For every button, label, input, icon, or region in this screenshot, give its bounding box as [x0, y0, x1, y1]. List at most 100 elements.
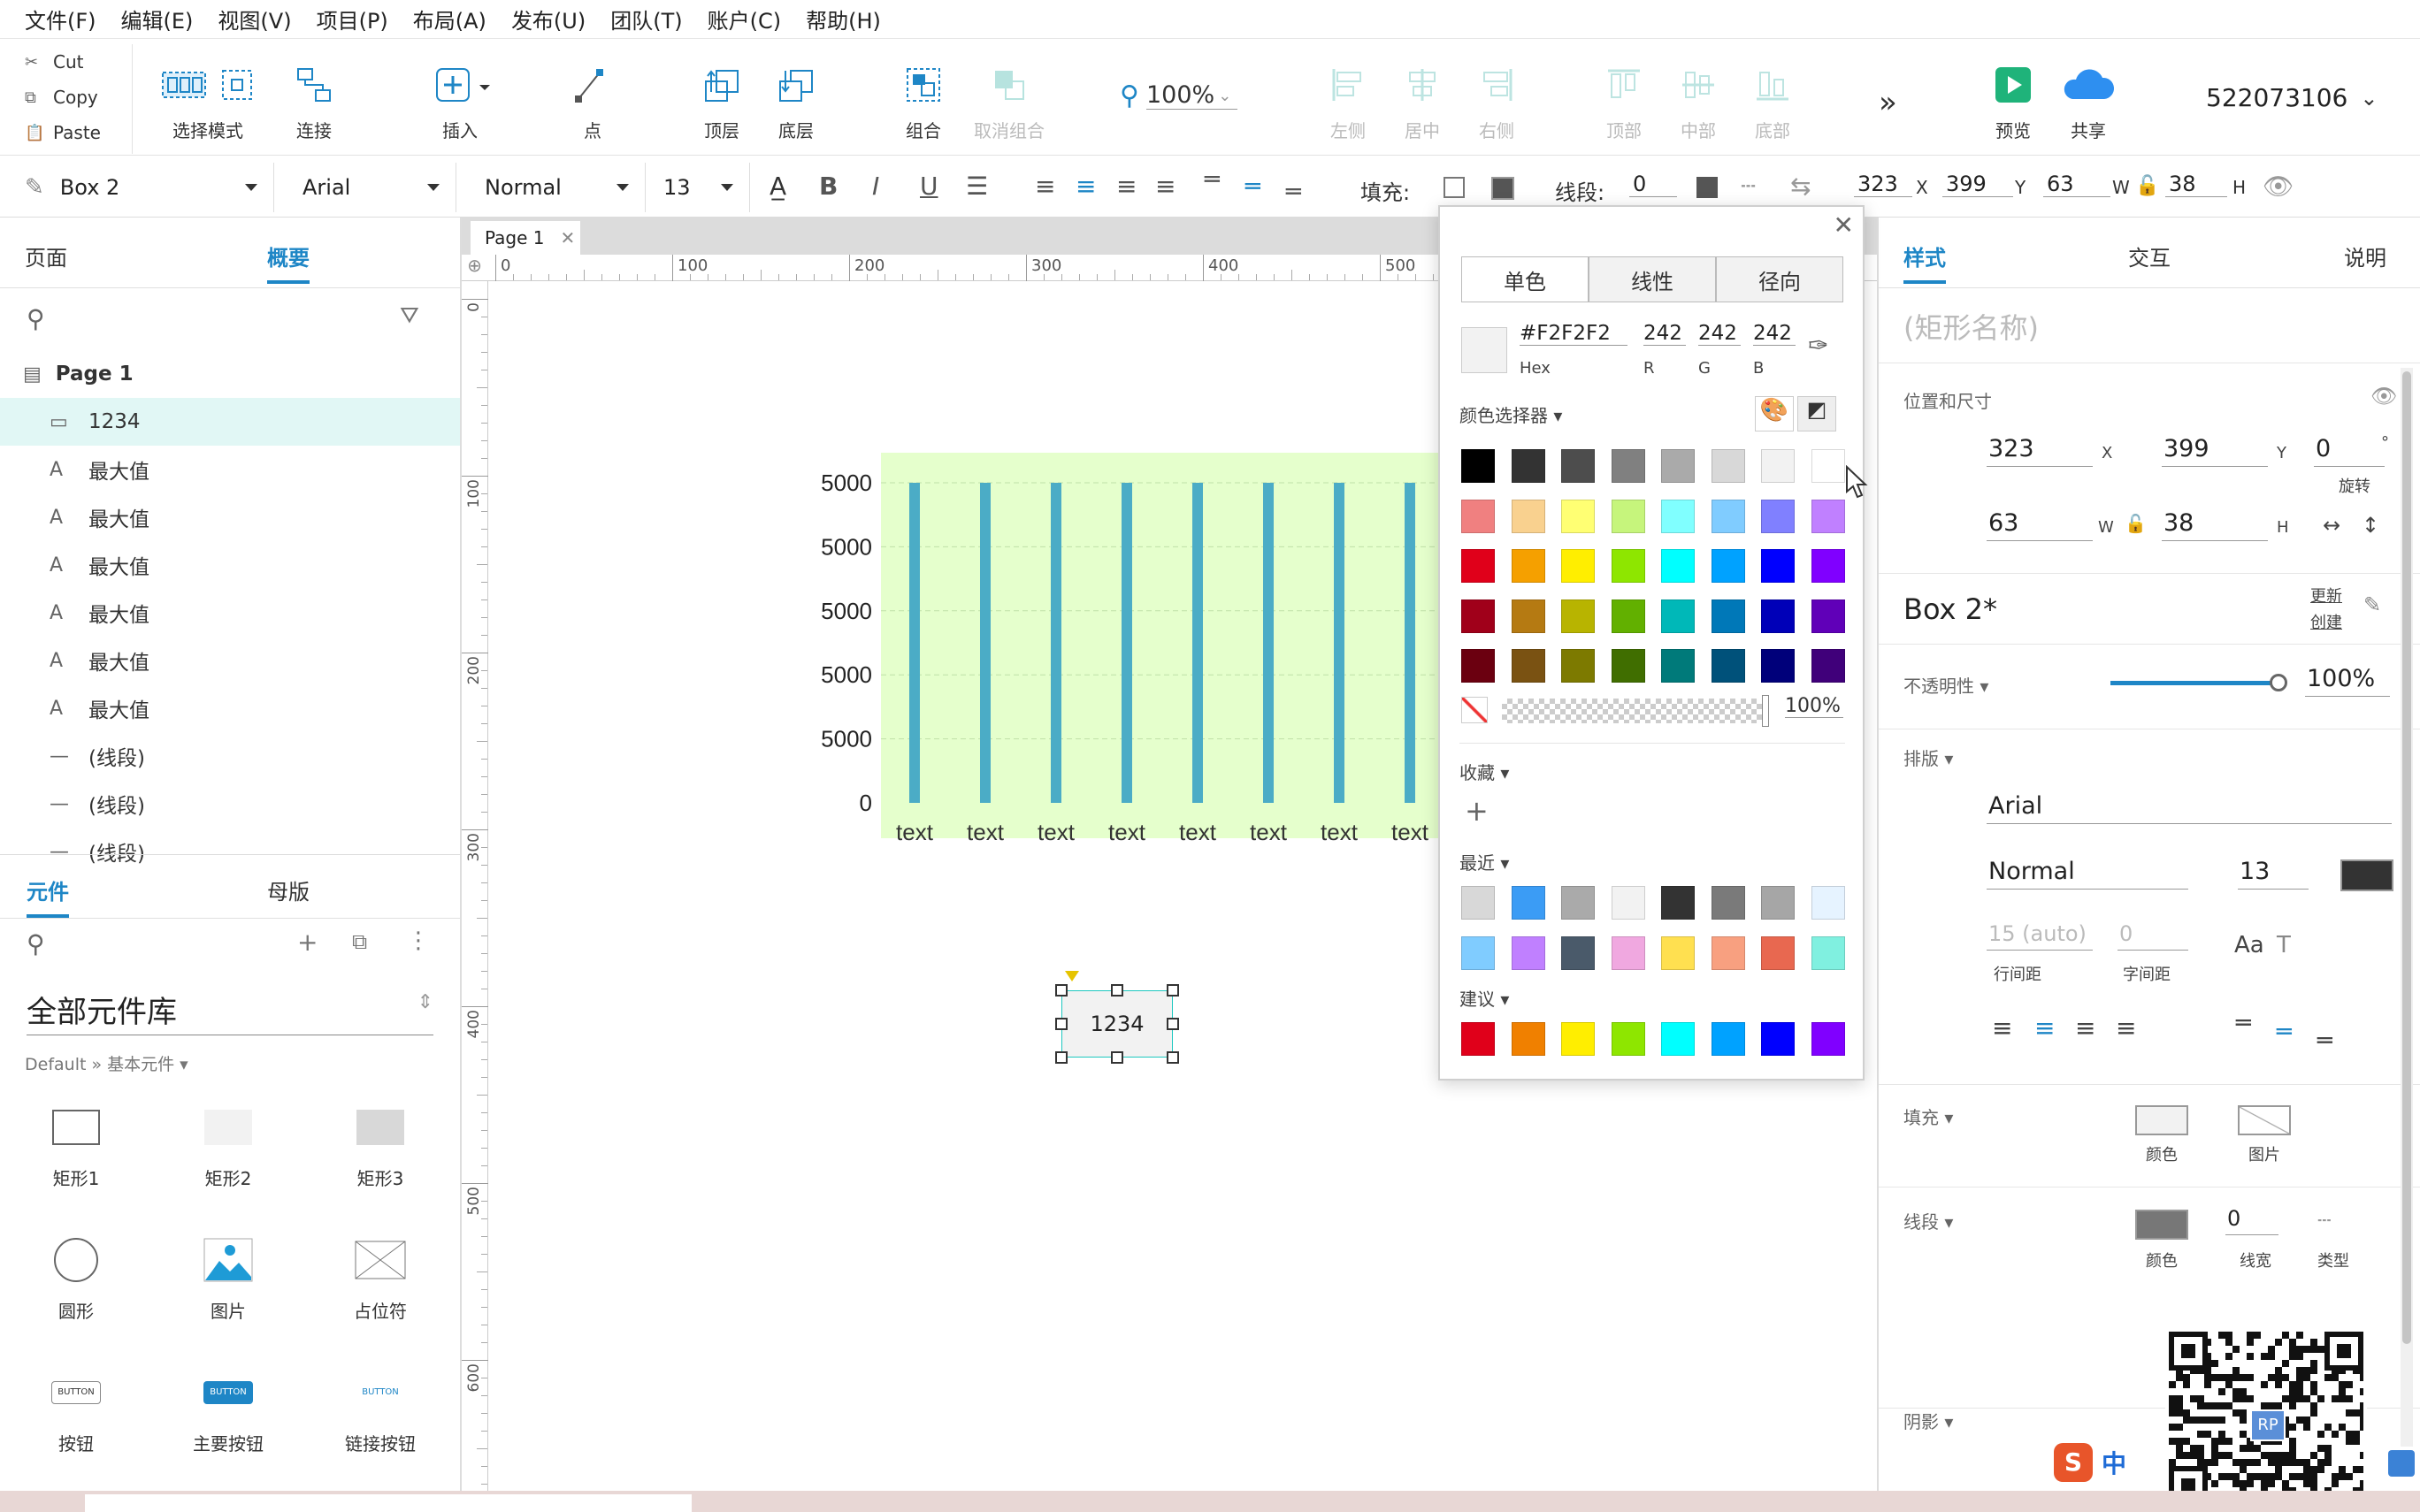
tab-interactions[interactable]: 交互: [2128, 241, 2171, 271]
color-swatch[interactable]: [1661, 649, 1695, 683]
text-case-icon[interactable]: Aa: [2234, 932, 2264, 958]
zoom-control[interactable]: ⚲ 100% ⌄: [1120, 76, 1238, 115]
typography-label[interactable]: 排版 ▾: [1903, 745, 1953, 770]
color-swatch[interactable]: [1561, 599, 1595, 633]
favorites-label[interactable]: 收藏 ▾: [1459, 759, 1509, 784]
align-left-button[interactable]: 左侧: [1323, 64, 1373, 142]
color-swatch[interactable]: [1511, 886, 1545, 920]
color-swatch[interactable]: [1461, 449, 1495, 483]
resize-handle[interactable]: [1167, 984, 1179, 997]
align-bottom-button[interactable]: 底部: [1748, 64, 1797, 142]
bullet-list-icon[interactable]: ☰: [966, 172, 988, 201]
color-swatch[interactable]: [1511, 649, 1545, 683]
fill-none-swatch[interactable]: [1444, 177, 1465, 198]
close-icon[interactable]: ✕: [561, 227, 576, 248]
opacity-bar[interactable]: [1502, 699, 1767, 723]
outline-item[interactable]: A 最大值: [0, 446, 460, 493]
fit-width-icon[interactable]: ↔: [2323, 513, 2340, 538]
align-text-left-icon[interactable]: ≡: [1035, 172, 1055, 201]
fill-section-label[interactable]: 填充 ▾: [1903, 1103, 1953, 1129]
outline-item[interactable]: A 最大值: [0, 493, 460, 541]
valign-top-icon[interactable]: ═: [2236, 1008, 2251, 1037]
color-swatch[interactable]: [1811, 1022, 1845, 1056]
fill-color-swatch[interactable]: [2135, 1105, 2188, 1135]
color-swatch[interactable]: [1711, 1022, 1745, 1056]
align-text-right-icon[interactable]: ≡: [1116, 172, 1137, 201]
close-icon[interactable]: ✕: [1834, 210, 1854, 240]
color-swatch[interactable]: [1461, 549, 1495, 583]
color-swatch[interactable]: [1461, 886, 1495, 920]
point-button[interactable]: 点: [566, 64, 619, 142]
align-right-button[interactable]: 右侧: [1472, 64, 1521, 142]
outline-item[interactable]: A 最大值: [0, 589, 460, 637]
border-color-swatch[interactable]: [2135, 1210, 2188, 1240]
x-field[interactable]: 323: [1987, 435, 2093, 467]
text-style-icon[interactable]: T: [2277, 932, 2291, 958]
account-menu[interactable]: 522073106 ⌄: [2206, 83, 2378, 112]
custom-palette-icon[interactable]: ◩: [1797, 396, 1836, 431]
outline-item[interactable]: A 最大值: [0, 637, 460, 684]
h-input[interactable]: 38: [2165, 172, 2227, 197]
resize-handle[interactable]: [1055, 984, 1068, 997]
tab-notes[interactable]: 说明: [2344, 241, 2386, 271]
color-swatch[interactable]: [1661, 886, 1695, 920]
color-swatch[interactable]: [1811, 935, 1845, 970]
bar[interactable]: [1051, 483, 1061, 803]
bar[interactable]: [1122, 483, 1132, 803]
update-style-link[interactable]: 更新: [2310, 584, 2342, 607]
resize-handle[interactable]: [1167, 1018, 1179, 1030]
edit-style-icon[interactable]: ✎: [2363, 592, 2381, 617]
font-size-field[interactable]: 13: [2238, 858, 2309, 890]
align-center-button[interactable]: 居中: [1398, 64, 1447, 142]
outline-page[interactable]: ▤ Page 1: [0, 350, 460, 398]
no-color-swatch[interactable]: [1461, 697, 1488, 723]
color-swatch[interactable]: [1611, 599, 1645, 633]
tab-widgets[interactable]: 元件: [27, 874, 69, 918]
outline-search[interactable]: ⚲ ⛛: [0, 288, 460, 350]
italic-icon[interactable]: I: [872, 172, 879, 201]
color-swatch[interactable]: [1561, 649, 1595, 683]
color-swatch[interactable]: [1611, 1022, 1645, 1056]
right-panel-scrollbar[interactable]: [2401, 368, 2413, 1447]
bar[interactable]: [909, 483, 920, 803]
filter-icon[interactable]: ⛛: [400, 302, 419, 330]
resize-handle[interactable]: [1111, 1051, 1123, 1064]
valign-middle-icon[interactable]: ═: [2277, 1017, 2292, 1046]
rotation-handle-icon[interactable]: [1065, 971, 1079, 981]
selected-box[interactable]: 1234: [1061, 990, 1173, 1058]
ungroup-button[interactable]: 取消组合: [971, 64, 1047, 142]
line-color-swatch[interactable]: [1696, 177, 1718, 198]
arrow-style-icon[interactable]: ⇆: [1790, 172, 1811, 201]
blue-input[interactable]: 242: [1753, 322, 1796, 346]
color-selector-label[interactable]: 颜色选择器 ▾: [1459, 401, 1562, 427]
menu-file[interactable]: 文件(F): [25, 4, 96, 34]
add-favorite-icon[interactable]: +: [1465, 794, 1489, 828]
color-swatch[interactable]: [1811, 649, 1845, 683]
more-tools-button[interactable]: »: [1879, 85, 1897, 120]
valign-bottom-icon[interactable]: ═: [1286, 177, 1301, 206]
color-swatch[interactable]: [1661, 549, 1695, 583]
color-swatch[interactable]: [1661, 935, 1695, 970]
align-middle-button[interactable]: 中部: [1673, 64, 1723, 142]
text-color-icon[interactable]: A̲: [770, 172, 786, 201]
y-field[interactable]: 399: [2162, 435, 2268, 467]
widget-button[interactable]: BUTTON 按钮: [23, 1368, 129, 1455]
color-swatch[interactable]: [1661, 1022, 1695, 1056]
font-weight-select[interactable]: Normal: [1987, 858, 2188, 890]
bar-chart[interactable]: 5000 5000 5000 5000 5000 0 text text text text tex…: [796, 424, 1451, 867]
tab-radial[interactable]: 径向: [1716, 256, 1843, 302]
add-library-icon[interactable]: +: [297, 928, 318, 957]
outline-item[interactable]: A 最大值: [0, 541, 460, 589]
menu-project[interactable]: 项目(P): [317, 4, 388, 34]
grid-app-icon[interactable]: [2388, 1450, 2415, 1477]
paste-button[interactable]: 📋 Paste: [0, 115, 132, 150]
connect-button[interactable]: 连接: [283, 64, 345, 142]
outline-item[interactable]: ▭ 1234: [0, 398, 460, 446]
fill-image-icon[interactable]: [2238, 1105, 2291, 1135]
color-swatch[interactable]: [1611, 886, 1645, 920]
bring-to-front-button[interactable]: 顶层: [695, 64, 748, 142]
widget-placeholder[interactable]: 占位符: [327, 1235, 433, 1323]
bar[interactable]: [1405, 483, 1415, 803]
resize-handle[interactable]: [1055, 1018, 1068, 1030]
bar[interactable]: [980, 483, 991, 803]
